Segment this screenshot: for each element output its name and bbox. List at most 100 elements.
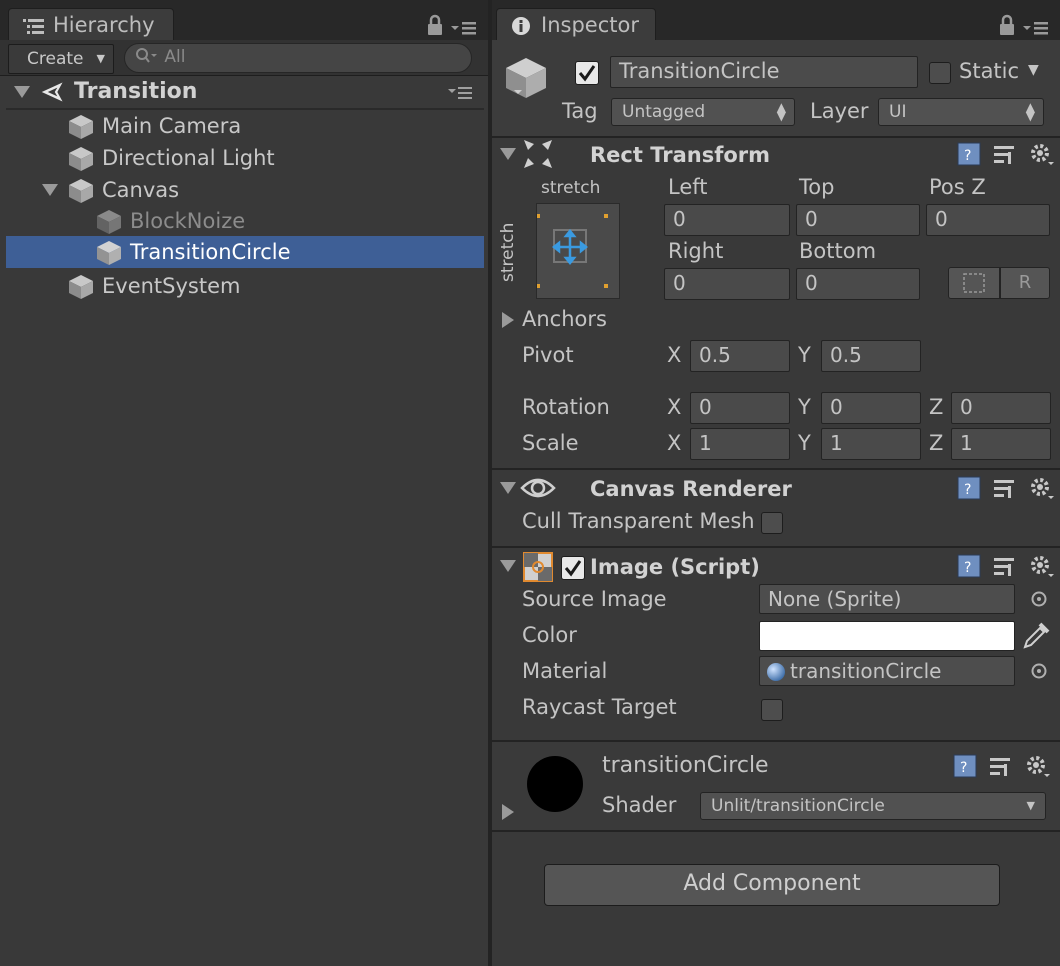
- svg-text:?: ?: [960, 760, 967, 776]
- rect-transform-icon: [524, 140, 552, 168]
- active-checkbox[interactable]: [575, 61, 599, 85]
- image-enabled-checkbox[interactable]: [561, 556, 585, 580]
- dashed-rect-icon: [963, 273, 985, 293]
- rect-transform-title: Rect Transform: [590, 143, 771, 167]
- scale-x-input[interactable]: 1: [690, 428, 790, 460]
- tab-inspector[interactable]: Inspector: [496, 8, 656, 42]
- pivot-y-label: Y: [798, 343, 811, 367]
- left-input[interactable]: 0: [664, 204, 790, 236]
- anchors-label[interactable]: Anchors: [522, 303, 607, 335]
- raycast-target-checkbox[interactable]: [761, 699, 783, 721]
- color-swatch[interactable]: [759, 621, 1015, 651]
- object-picker-icon[interactable]: [1030, 662, 1048, 680]
- left-label: Left: [668, 175, 708, 199]
- scale-x-label: X: [667, 431, 682, 455]
- source-image-label: Source Image: [522, 587, 667, 611]
- gameobject-cube-icon: [97, 241, 121, 265]
- svg-text:?: ?: [964, 560, 971, 576]
- component-header-icons[interactable]: ?: [956, 142, 1056, 168]
- material-value: transitionCircle: [790, 659, 942, 683]
- eye-icon: [520, 478, 556, 498]
- shader-label: Shader: [602, 793, 677, 817]
- section-divider: [492, 468, 1060, 470]
- scale-y-input[interactable]: 1: [821, 428, 921, 460]
- collapse-arrow-icon[interactable]: [14, 86, 30, 98]
- tag-label: Tag: [562, 99, 598, 123]
- shader-dropdown[interactable]: Unlit/transitionCircle ▼: [700, 792, 1046, 820]
- list-item-directional-light[interactable]: Directional Light: [6, 142, 484, 174]
- foldout-arrow-icon[interactable]: [500, 560, 516, 572]
- section-divider: [492, 830, 1060, 832]
- material-sphere-icon: [767, 663, 785, 681]
- hierarchy-lock-menu[interactable]: [426, 14, 476, 38]
- raw-edit-button[interactable]: R: [1000, 267, 1050, 299]
- rotation-z-label: Z: [929, 395, 944, 419]
- eyedropper-icon[interactable]: [1022, 620, 1050, 650]
- scene-menu-icon[interactable]: [448, 86, 474, 100]
- blueprint-mode-button[interactable]: [948, 267, 1000, 299]
- color-label: Color: [522, 623, 577, 647]
- list-item-transitioncircle[interactable]: TransitionCircle: [6, 236, 484, 268]
- scale-z-input[interactable]: 1: [951, 428, 1051, 460]
- rotation-x-input[interactable]: 0: [690, 392, 790, 424]
- rotation-x-label: X: [667, 395, 682, 419]
- list-item-label: Directional Light: [102, 146, 275, 170]
- material-foldout-icon[interactable]: [502, 804, 514, 820]
- svg-text:?: ?: [964, 482, 971, 498]
- scale-z-label: Z: [929, 431, 944, 455]
- list-item-blocknoize[interactable]: BlockNoize: [6, 205, 484, 237]
- bottom-input[interactable]: 0: [796, 268, 920, 300]
- tag-dropdown[interactable]: Untagged ▲ ▼: [611, 98, 795, 126]
- material-header-icons[interactable]: ?: [952, 754, 1052, 780]
- bottom-label: Bottom: [799, 239, 877, 263]
- add-component-button[interactable]: Add Component: [544, 864, 1000, 906]
- component-header-icons[interactable]: ?: [956, 554, 1056, 580]
- scene-row[interactable]: Transition: [6, 76, 484, 108]
- inspector-lock-menu[interactable]: [998, 14, 1048, 38]
- tab-inspector-label: Inspector: [541, 13, 639, 37]
- pivot-y-input[interactable]: 0.5: [821, 340, 921, 372]
- object-name-input[interactable]: TransitionCircle: [610, 56, 918, 88]
- foldout-arrow-icon[interactable]: [500, 148, 516, 160]
- search-placeholder: All: [164, 47, 186, 67]
- rotation-z-input[interactable]: 0: [951, 392, 1051, 424]
- layer-value: UI: [889, 102, 907, 122]
- anchors-foldout-icon[interactable]: [502, 312, 514, 328]
- anchor-presets-button[interactable]: [536, 203, 620, 299]
- collapse-arrow-icon[interactable]: [42, 184, 58, 196]
- scale-label: Scale: [522, 431, 579, 455]
- hierarchy-search-input[interactable]: All: [124, 43, 472, 73]
- section-divider: [492, 546, 1060, 548]
- gameobject-large-icon: [506, 58, 546, 98]
- search-icon: [136, 48, 157, 63]
- material-field[interactable]: transitionCircle: [759, 656, 1015, 686]
- shader-value: Unlit/transitionCircle: [711, 796, 885, 816]
- posz-input[interactable]: 0: [926, 204, 1050, 236]
- object-picker-icon[interactable]: [1030, 590, 1048, 608]
- static-dropdown-icon[interactable]: ▼: [1028, 62, 1039, 78]
- top-input[interactable]: 0: [796, 204, 920, 236]
- list-item-label: Main Camera: [102, 114, 242, 138]
- rotation-label: Rotation: [522, 395, 610, 419]
- layer-dropdown[interactable]: UI ▲ ▼: [878, 98, 1044, 126]
- cull-transparent-mesh-checkbox[interactable]: [761, 512, 783, 534]
- source-image-field[interactable]: None (Sprite): [759, 584, 1015, 614]
- right-input[interactable]: 0: [664, 268, 790, 300]
- tab-hierarchy[interactable]: Hierarchy: [8, 8, 174, 42]
- list-item-canvas[interactable]: Canvas: [6, 174, 484, 206]
- static-checkbox[interactable]: [929, 62, 951, 84]
- create-button[interactable]: Create ▼: [8, 44, 114, 74]
- canvas-renderer-title: Canvas Renderer: [590, 477, 792, 501]
- component-header-icons[interactable]: ?: [956, 476, 1056, 502]
- tag-value: Untagged: [622, 102, 706, 122]
- material-name: transitionCircle: [602, 753, 769, 778]
- list-item-label: Canvas: [102, 178, 180, 202]
- foldout-arrow-icon[interactable]: [500, 482, 516, 494]
- updown-arrow-icon: ▲ ▼: [1025, 100, 1035, 123]
- pivot-x-input[interactable]: 0.5: [690, 340, 790, 372]
- create-label: Create: [27, 49, 84, 69]
- list-item-eventsystem[interactable]: EventSystem: [6, 270, 484, 302]
- rotation-y-input[interactable]: 0: [821, 392, 921, 424]
- list-item-main-camera[interactable]: Main Camera: [6, 110, 484, 142]
- list-item-label: BlockNoize: [130, 209, 246, 233]
